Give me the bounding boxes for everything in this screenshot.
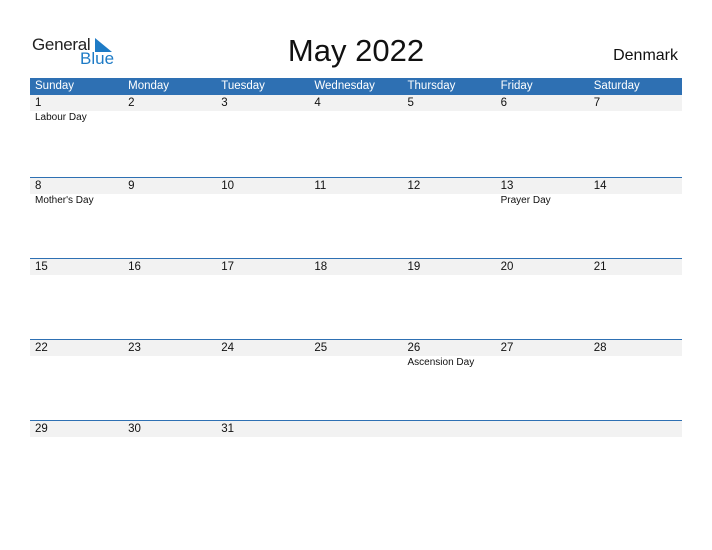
day-number — [309, 421, 402, 437]
day-number: 21 — [593, 261, 607, 273]
weekday-wednesday: Wednesday — [314, 80, 375, 92]
holiday-label — [216, 111, 309, 125]
calendar-grid: Sunday Monday Tuesday Wednesday Thursday… — [30, 78, 682, 501]
day-number-row: 22 23 24 25 26 27 28 — [30, 340, 682, 356]
holiday-label — [589, 111, 682, 125]
day-number: 20 — [500, 261, 514, 273]
day-number: 31 — [221, 423, 235, 435]
week-row: 22 23 24 25 26 27 28 Ascension Day — [30, 339, 682, 420]
weekday-monday: Monday — [128, 80, 170, 92]
weekday-friday: Friday — [500, 80, 533, 92]
holiday-label — [403, 111, 496, 125]
holiday-label — [496, 356, 589, 370]
day-number: 30 — [128, 423, 141, 435]
holiday-label — [309, 111, 402, 125]
week-row: 29 30 31 — [30, 420, 682, 501]
day-number: 4 — [314, 97, 321, 109]
day-number: 9 — [128, 180, 135, 192]
holiday-label — [309, 194, 402, 208]
holiday-label — [216, 194, 309, 208]
holiday-label — [123, 356, 216, 370]
day-number — [496, 421, 589, 437]
day-number: 23 — [128, 342, 141, 354]
calendar-title: May 2022 — [287, 33, 425, 68]
holiday-label — [309, 356, 402, 370]
holiday-label: Mother's Day — [35, 195, 94, 206]
holiday-label — [216, 356, 309, 370]
day-number: 12 — [407, 180, 421, 192]
country-label: Denmark — [613, 47, 678, 64]
day-number: 7 — [593, 97, 601, 109]
holiday-label — [30, 356, 123, 370]
day-number: 14 — [593, 180, 607, 192]
day-number: 6 — [500, 97, 508, 109]
holiday-label: Prayer Day — [500, 195, 551, 206]
holiday-label — [123, 111, 216, 125]
day-number: 11 — [314, 180, 327, 192]
day-number: 19 — [407, 261, 421, 273]
day-number — [403, 421, 496, 437]
day-number: 2 — [128, 97, 135, 109]
day-number: 18 — [314, 261, 328, 273]
day-number: 1 — [35, 97, 42, 109]
day-number-row: 29 30 31 — [30, 421, 682, 437]
day-number: 25 — [314, 342, 328, 354]
holiday-label — [589, 194, 682, 208]
holiday-label: Ascension Day — [407, 357, 475, 368]
day-number-row: 15 16 17 18 19 20 21 — [30, 259, 682, 275]
day-number: 28 — [593, 342, 607, 354]
holiday-label — [403, 194, 496, 208]
event-row: Labour Day — [30, 111, 682, 125]
day-number: 8 — [35, 180, 42, 192]
holiday-label — [589, 356, 682, 370]
day-number: 29 — [35, 423, 48, 435]
day-number: 3 — [221, 97, 228, 109]
day-number — [589, 421, 682, 437]
holiday-label — [123, 194, 216, 208]
day-number: 16 — [128, 261, 141, 273]
week-row: 8 9 10 11 12 13 14 Mother's Day Prayer Day — [30, 177, 682, 258]
day-number: 22 — [35, 342, 48, 354]
holiday-label — [496, 111, 589, 125]
weekday-saturday: Saturday — [593, 80, 640, 92]
event-row: Ascension Day — [30, 356, 682, 370]
weekday-thursday: Thursday — [407, 80, 456, 92]
day-number: 24 — [221, 342, 235, 354]
weekday-sunday: Sunday — [35, 80, 75, 92]
day-number-row: 8 9 10 11 12 13 14 — [30, 178, 682, 194]
day-number: 26 — [407, 342, 421, 354]
day-number-row: 1 2 3 4 5 6 7 — [30, 95, 682, 111]
week-row: 1 2 3 4 5 6 7 Labour Day — [30, 95, 682, 177]
day-number: 10 — [221, 180, 235, 192]
holiday-label: Labour Day — [35, 112, 87, 123]
day-number: 15 — [35, 261, 48, 273]
weekday-tuesday: Tuesday — [221, 80, 265, 92]
day-number: 17 — [221, 261, 235, 273]
weekday-header: Sunday Monday Tuesday Wednesday Thursday… — [30, 78, 682, 95]
event-row: Mother's Day Prayer Day — [30, 194, 682, 208]
day-number: 5 — [407, 97, 414, 109]
day-number: 27 — [500, 342, 514, 354]
day-number: 13 — [500, 180, 514, 192]
week-row: 15 16 17 18 19 20 21 — [30, 258, 682, 339]
